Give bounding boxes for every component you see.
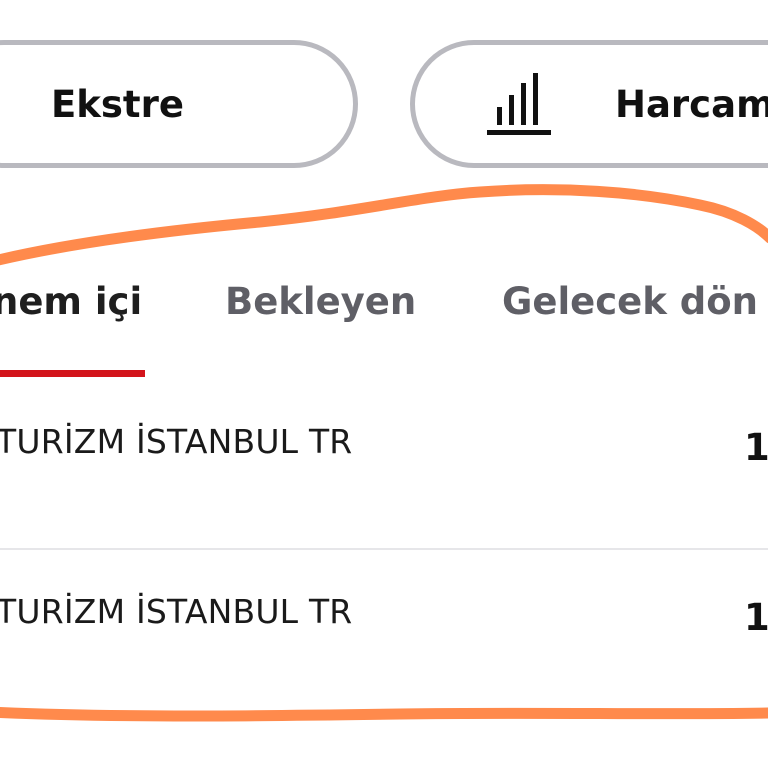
transaction-merchant: TURİZM İSTANBUL TR bbox=[0, 592, 353, 631]
annotation-stroke-top bbox=[0, 184, 768, 266]
transaction-merchant: TURİZM İSTANBUL TR bbox=[0, 422, 353, 461]
screen: Ekstre Harcam nem içi Bekleyen Gelecek d… bbox=[0, 0, 768, 768]
statement-button-label: Ekstre bbox=[51, 82, 184, 126]
transaction-amount: 1 bbox=[744, 596, 768, 639]
spending-button[interactable]: Harcam bbox=[410, 40, 768, 168]
tab-next-period[interactable]: Gelecek dön bbox=[502, 280, 758, 323]
spending-button-label: Harcam bbox=[615, 82, 768, 126]
annotation-stroke-bottom bbox=[0, 706, 768, 722]
tab-pending[interactable]: Bekleyen bbox=[225, 280, 416, 323]
bar-chart-icon bbox=[487, 73, 551, 135]
statement-button[interactable]: Ekstre bbox=[0, 40, 358, 168]
active-tab-indicator bbox=[0, 370, 145, 377]
transaction-row[interactable]: TURİZM İSTANBUL TR 1 bbox=[0, 390, 768, 550]
transaction-row[interactable]: TURİZM İSTANBUL TR 1 bbox=[0, 560, 768, 710]
transaction-amount: 1 bbox=[744, 426, 768, 469]
tab-current-period[interactable]: nem içi bbox=[0, 280, 142, 323]
